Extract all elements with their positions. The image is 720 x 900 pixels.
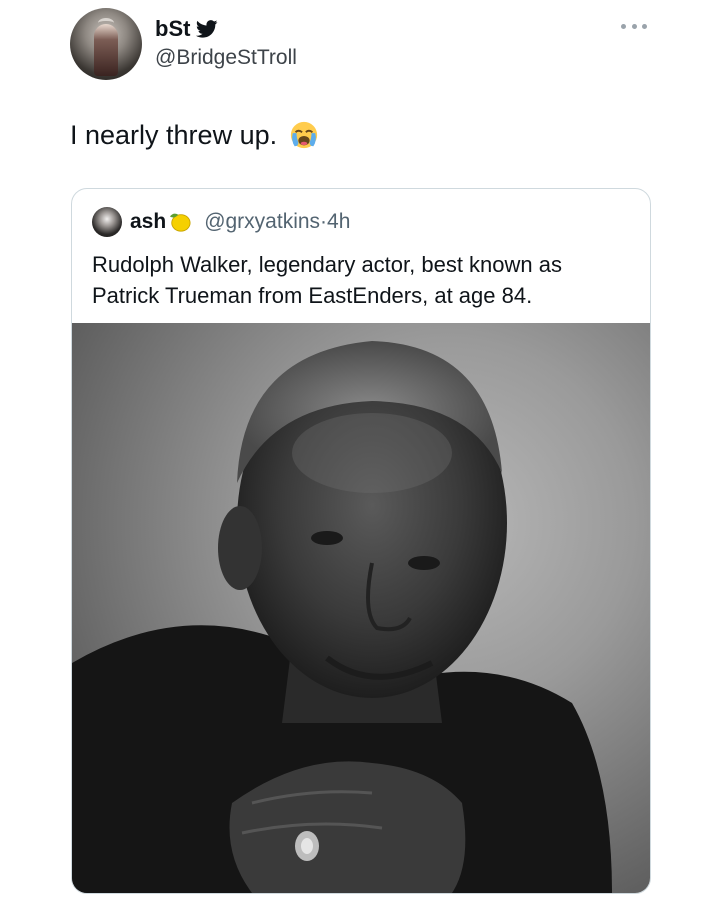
lemon-icon xyxy=(170,213,191,232)
bird-icon xyxy=(196,20,218,38)
quoted-tweet-text: Rudolph Walker, legendary actor, best kn… xyxy=(92,252,563,308)
quoted-author-avatar[interactable] xyxy=(92,207,122,237)
portrait-photo[interactable] xyxy=(72,323,650,893)
avatar-figure xyxy=(94,24,118,76)
author-handle[interactable]: @BridgeStTroll xyxy=(155,46,297,70)
quoted-author-handle[interactable]: @grxyatkins xyxy=(204,210,320,234)
author-display-name[interactable]: bSt xyxy=(155,16,218,42)
more-options-icon[interactable] xyxy=(621,20,647,32)
quoted-tweet[interactable]: ash @grxyatkins ·4h Rudolph Walker, lege… xyxy=(71,188,651,894)
tweet-text: I nearly threw up. xyxy=(70,118,319,152)
loudly-crying-face-icon xyxy=(290,121,318,149)
quoted-tweet-time[interactable]: ·4h xyxy=(320,210,350,234)
quoted-tweet-header: ash @grxyatkins ·4h xyxy=(92,207,350,237)
tweet-text-content: I nearly threw up. xyxy=(70,120,278,150)
quoted-author-name[interactable]: ash xyxy=(130,210,166,234)
tweet: bSt @BridgeStTroll I nearly threw up. as… xyxy=(0,0,720,900)
author-avatar[interactable] xyxy=(70,8,142,80)
author-name-text[interactable]: bSt xyxy=(155,16,190,42)
portrait-illustration xyxy=(72,341,612,893)
